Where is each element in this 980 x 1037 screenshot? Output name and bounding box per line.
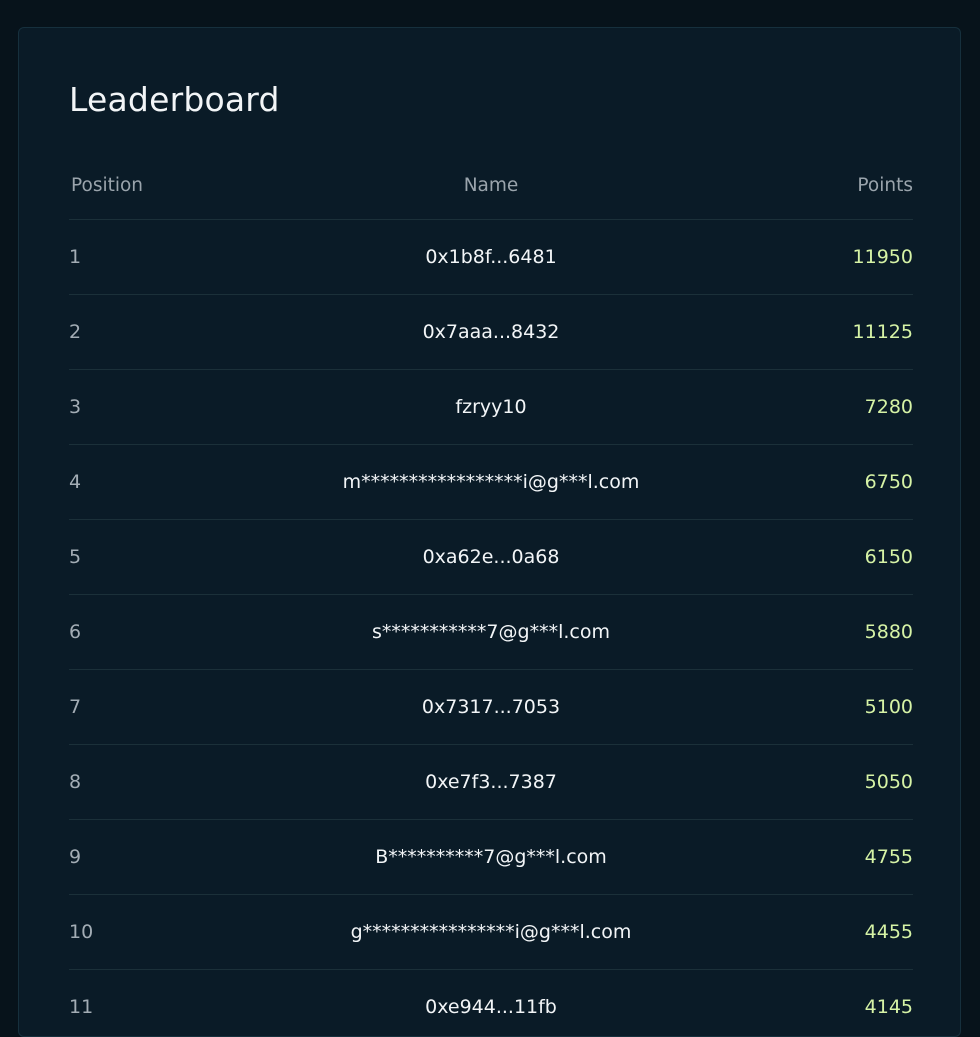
- leaderboard-table: Position Name Points 1 0x1b8f...6481 119…: [69, 152, 913, 1036]
- row-points: 6150: [864, 546, 913, 568]
- row-points: 4755: [864, 846, 913, 868]
- row-points: 4455: [864, 921, 913, 943]
- page-title: Leaderboard: [69, 80, 280, 119]
- row-name: m*****************i@g***l.com: [342, 471, 640, 493]
- table-row: 2 0x7aaa...8432 11125: [69, 295, 913, 370]
- row-points: 11125: [852, 321, 913, 343]
- row-name: 0x7aaa...8432: [422, 321, 560, 343]
- column-header-name: Name: [463, 175, 519, 196]
- row-name: g****************i@g***l.com: [350, 921, 632, 943]
- row-points: 11950: [852, 246, 913, 268]
- row-name: 0xa62e...0a68: [422, 546, 560, 568]
- row-name: 0xe7f3...7387: [425, 771, 557, 793]
- row-name: B**********7@g***l.com: [375, 846, 607, 868]
- row-name: fzryy10: [455, 396, 527, 418]
- column-header-points: Points: [857, 175, 913, 196]
- row-name: 0xe944...11fb: [425, 996, 557, 1018]
- table-row: 7 0x7317...7053 5100: [69, 670, 913, 745]
- table-row: 5 0xa62e...0a68 6150: [69, 520, 913, 595]
- row-name: 0x7317...7053: [421, 696, 561, 718]
- row-points: 7280: [864, 396, 913, 418]
- table-row: 4 m*****************i@g***l.com 6750: [69, 445, 913, 520]
- table-row: 3 fzryy10 7280: [69, 370, 913, 445]
- row-points: 5050: [864, 771, 913, 793]
- table-row: 1 0x1b8f...6481 11950: [69, 220, 913, 295]
- row-points: 6750: [864, 471, 913, 493]
- row-name: 0x1b8f...6481: [425, 246, 557, 268]
- row-name: s***********7@g***l.com: [372, 621, 610, 643]
- table-header: Position Name Points: [69, 152, 913, 220]
- row-points: 5100: [864, 696, 913, 718]
- row-points: 5880: [864, 621, 913, 643]
- table-row: 6 s***********7@g***l.com 5880: [69, 595, 913, 670]
- table-row: 9 B**********7@g***l.com 4755: [69, 820, 913, 895]
- table-row: 8 0xe7f3...7387 5050: [69, 745, 913, 820]
- table-row: 10 g****************i@g***l.com 4455: [69, 895, 913, 970]
- row-points: 4145: [864, 996, 913, 1018]
- table-row: 11 0xe944...11fb 4145: [69, 970, 913, 1036]
- leaderboard-card: Leaderboard Position Name Points 1 0x1b8…: [18, 27, 961, 1037]
